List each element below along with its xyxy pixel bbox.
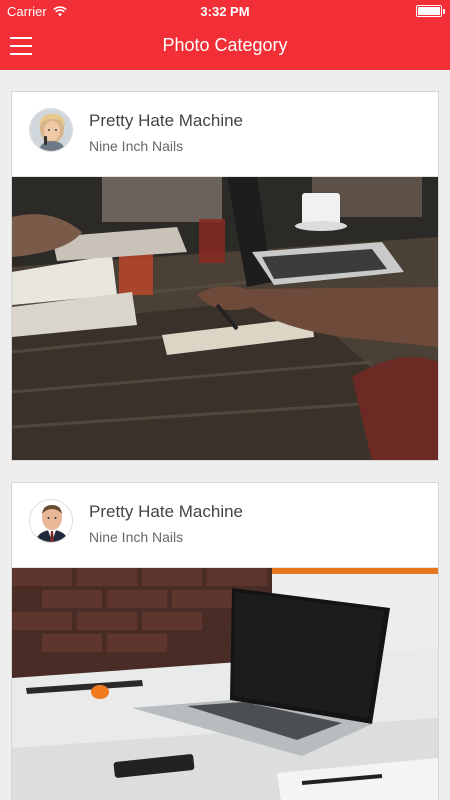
- card-subtitle: Nine Inch Nails: [89, 138, 184, 154]
- card-header: Pretty Hate Machine Nine Inch Nails: [12, 483, 438, 568]
- card-title: Pretty Hate Machine: [89, 111, 244, 130]
- laptop-on-white-table-photo[interactable]: [12, 568, 438, 800]
- card-list[interactable]: Pretty Hate Machine Nine Inch Nails Pret…: [0, 70, 450, 800]
- card-subtitle: Nine Inch Nails: [89, 529, 184, 545]
- card-title: Pretty Hate Machine: [89, 502, 244, 521]
- status-time: 3:32 PM: [200, 4, 250, 19]
- navigation-bar: Photo Category: [0, 22, 450, 70]
- man-portrait-avatar: [29, 499, 73, 543]
- status-bar: Carrier 3:32 PM: [0, 0, 450, 22]
- page-title: Photo Category: [162, 35, 288, 55]
- card-header: Pretty Hate Machine Nine Inch Nails: [12, 92, 438, 177]
- photo-card[interactable]: Pretty Hate Machine Nine Inch Nails: [11, 482, 439, 800]
- woman-portrait-avatar: [29, 108, 73, 152]
- battery-icon: [416, 5, 445, 17]
- app-header: Carrier 3:32 PM Photo Category: [0, 0, 450, 70]
- photo-card[interactable]: Pretty Hate Machine Nine Inch Nails: [11, 91, 439, 461]
- workspace-laptops-table-photo[interactable]: [12, 177, 438, 460]
